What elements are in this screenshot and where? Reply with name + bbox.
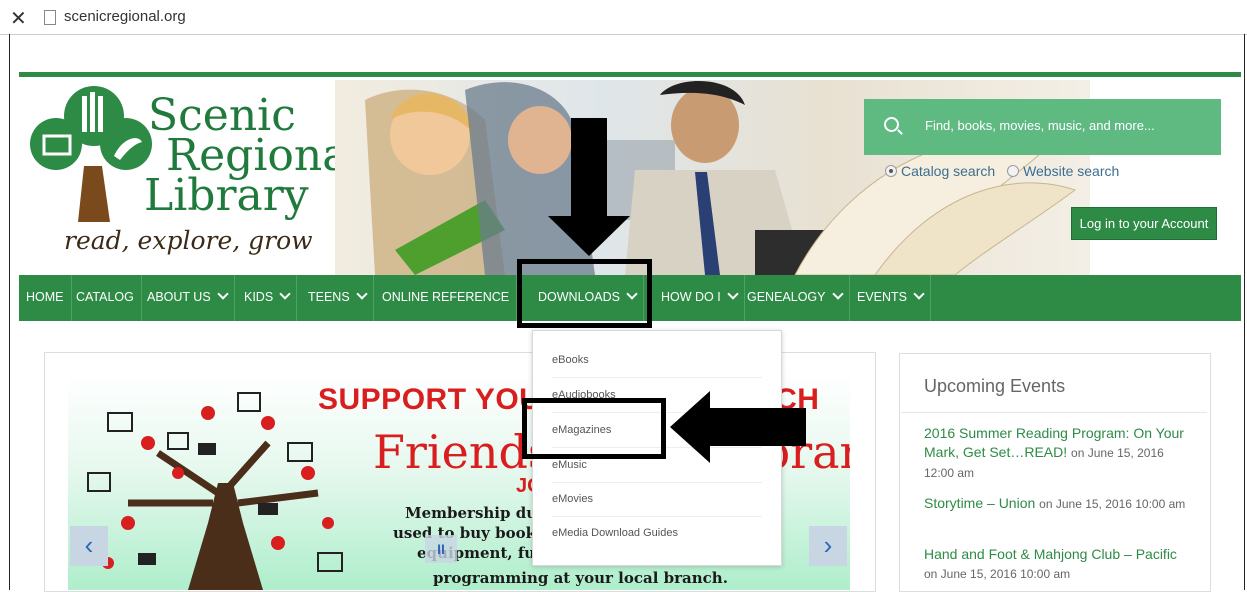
event-item: Storytime – Union on June 15, 2016 10:00… — [924, 494, 1194, 514]
close-icon[interactable]: ✕ — [10, 6, 27, 31]
annotation-highlight-downloads — [517, 259, 652, 328]
logo-line-3: Library — [144, 170, 309, 221]
nav-label: ABOUT US — [147, 290, 211, 304]
chevron-down-icon — [831, 288, 844, 300]
url-text[interactable]: scenicregional.org — [64, 8, 186, 25]
event-date: on June 15, 2016 10:00 am — [924, 567, 1071, 581]
website-search-label[interactable]: Website search — [1023, 163, 1119, 179]
nav-item-catalog[interactable]: CATALOG — [69, 275, 142, 321]
frame-border-right — [1244, 34, 1245, 590]
login-button[interactable]: Log in to your Account — [1071, 207, 1217, 240]
search-icon[interactable] — [884, 117, 899, 132]
catalog-search-radio[interactable] — [885, 165, 897, 177]
website-search-radio[interactable] — [1007, 165, 1020, 177]
menu-item-emedia-download-guides[interactable]: eMedia Download Guides — [552, 516, 762, 550]
nav-label: ONLINE REFERENCE — [382, 290, 510, 304]
event-link[interactable]: Hand and Foot & Mahjong Club – Pacific — [924, 546, 1177, 562]
catalog-search-label[interactable]: Catalog search — [901, 163, 995, 179]
slider-prev-button[interactable]: ‹ — [70, 526, 108, 566]
event-link[interactable]: Storytime – Union — [924, 495, 1035, 511]
tagline: read, explore, grow — [64, 226, 313, 255]
nav-label: HOW DO I — [661, 290, 721, 304]
nav-item-home[interactable]: HOME — [19, 275, 72, 321]
nav-item-how-do-i[interactable]: HOW DO I — [654, 275, 745, 321]
nav-item-about-us[interactable]: ABOUT US — [140, 275, 235, 321]
header-top-rule — [19, 72, 1241, 77]
chevron-down-icon — [913, 288, 925, 300]
event-item: 2016 Summer Reading Program: On Your Mar… — [924, 424, 1194, 483]
chevron-down-icon — [356, 288, 368, 300]
slide-body-line-4: programming at your local branch. — [433, 569, 728, 587]
nav-label: HOME — [26, 290, 64, 304]
nav-item-genealogy[interactable]: GENEALOGY — [740, 275, 850, 321]
nav-item-events[interactable]: EVENTS — [850, 275, 932, 321]
search-scope-options: Catalog search Website search — [885, 163, 1119, 179]
divider — [901, 412, 1207, 413]
nav-label: GENEALOGY — [747, 290, 826, 304]
nav-label: EVENTS — [857, 290, 908, 304]
event-item: Hand and Foot & Mahjong Club – Pacific o… — [924, 545, 1194, 584]
chevron-down-icon — [727, 288, 739, 300]
frame-border-left — [9, 34, 10, 590]
chevron-down-icon — [217, 288, 229, 300]
annotation-arrow-left-head — [670, 391, 710, 463]
browser-address-bar: ✕ scenicregional.org — [0, 0, 1247, 35]
menu-item-ebooks[interactable]: eBooks — [552, 343, 762, 378]
slider-pause-button[interactable]: II — [425, 535, 457, 563]
search-box[interactable]: Find, books, movies, music, and more... — [864, 99, 1221, 155]
nav-item-online-reference[interactable]: ONLINE REFERENCE — [375, 275, 518, 321]
upcoming-events-panel: Upcoming Events 2016 Summer Reading Prog… — [899, 353, 1211, 592]
event-date: on June 15, 2016 10:00 am — [1039, 497, 1186, 511]
nav-item-teens[interactable]: TEENS — [301, 275, 374, 321]
nav-item-kids[interactable]: KIDS — [237, 275, 298, 321]
slider-next-button[interactable]: › — [809, 526, 847, 566]
chevron-down-icon — [279, 288, 291, 300]
tree-logo-icon — [30, 86, 152, 222]
search-placeholder[interactable]: Find, books, movies, music, and more... — [925, 118, 1155, 133]
annotation-arrow-down — [571, 118, 607, 218]
events-title: Upcoming Events — [924, 376, 1066, 396]
annotation-arrow-down-head — [548, 216, 630, 256]
nav-label: CATALOG — [76, 290, 134, 304]
annotation-highlight-emagazines — [522, 398, 666, 459]
nav-label: TEENS — [308, 290, 350, 304]
nav-label: KIDS — [244, 290, 274, 304]
page-icon — [44, 10, 56, 25]
menu-item-emovies[interactable]: eMovies — [552, 482, 762, 517]
annotation-arrow-left — [708, 408, 806, 446]
